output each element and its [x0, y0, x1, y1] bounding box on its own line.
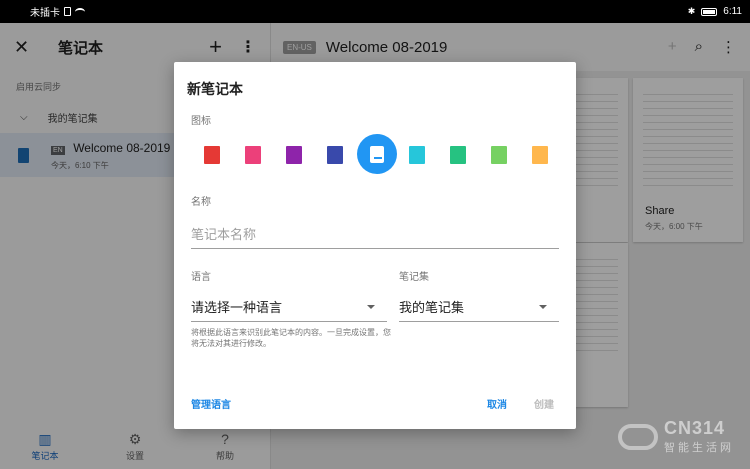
icon-picker: [174, 134, 576, 174]
carrier-text: 未插卡: [30, 8, 60, 19]
watermark-slogan: 智能生活网: [664, 442, 734, 454]
create-button[interactable]: 创建: [534, 396, 554, 411]
notebook-color-cyan-icon[interactable]: [409, 146, 425, 164]
notebook-color-green-icon[interactable]: [450, 146, 466, 164]
notebook-color-orange-icon[interactable]: [532, 146, 548, 164]
book-icon: [370, 145, 384, 163]
notebook-color-red-icon[interactable]: [204, 146, 220, 164]
collection-select-value: 我的笔记集: [399, 299, 465, 315]
watermark: CN314 智能生活网: [618, 418, 734, 455]
dropdown-arrow-icon: [367, 305, 375, 309]
notebook-color-indigo-icon[interactable]: [327, 146, 343, 164]
watermark-logo: [618, 423, 658, 450]
notebook-color-blue-icon-selected[interactable]: [357, 134, 397, 174]
language-select-value: 请选择一种语言: [191, 299, 283, 315]
status-time: 6:11: [723, 6, 742, 17]
language-select[interactable]: 请选择一种语言: [191, 291, 387, 322]
battery-icon: [701, 7, 718, 16]
collection-label: 笔记集: [399, 272, 429, 283]
sim-icon: [64, 7, 71, 16]
notebook-color-pink-icon[interactable]: [245, 146, 261, 164]
status-bar: 未插卡 ✱ 6:11: [0, 0, 750, 23]
icon-label: 图标: [191, 116, 211, 127]
notebook-color-purple-icon[interactable]: [286, 146, 302, 164]
language-label: 语言: [191, 272, 211, 283]
cancel-button[interactable]: 取消: [487, 396, 507, 411]
dropdown-arrow-icon: [539, 305, 547, 309]
bluetooth-icon: ✱: [687, 6, 696, 16]
dialog-title: 新笔记本: [187, 81, 243, 97]
wifi-icon: [75, 7, 85, 16]
new-notebook-dialog: 新笔记本 图标 名称 笔记本名称 语言 请选择一种语言 笔记集 我的笔记集 将根…: [174, 62, 576, 429]
collection-select[interactable]: 我的笔记集: [399, 291, 559, 322]
manage-languages-button[interactable]: 管理语言: [191, 396, 231, 411]
name-label: 名称: [191, 197, 211, 208]
notebook-color-lightgreen-icon[interactable]: [491, 146, 507, 164]
language-helper-text: 将根据此语言来识别此笔记本的内容。一旦完成设置，您将无法对其进行修改。: [191, 328, 391, 348]
watermark-brand: CN314: [664, 418, 726, 438]
notebook-name-input[interactable]: 笔记本名称: [191, 218, 559, 249]
